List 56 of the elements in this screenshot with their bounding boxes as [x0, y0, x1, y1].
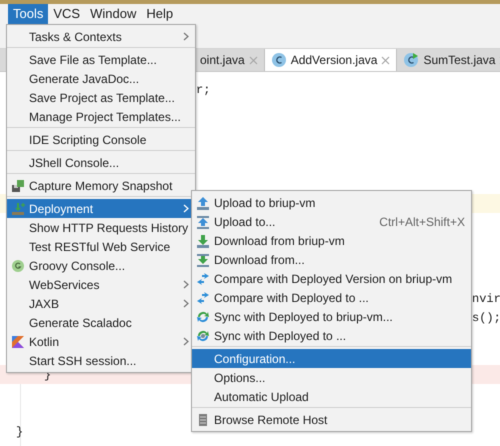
editor-tab[interactable]: SumTest.java	[397, 49, 500, 71]
code-text: nvir	[472, 292, 500, 306]
menu-item[interactable]: Download from briup-vm	[192, 231, 471, 250]
menu-bar-item[interactable]: Help	[141, 4, 178, 24]
menu-item[interactable]: Compare with Deployed to ...	[192, 288, 471, 307]
class-file-icon	[403, 52, 420, 68]
menu-item[interactable]: Kotlin	[7, 332, 195, 351]
menu-item[interactable]: Tasks & Contexts	[7, 27, 195, 46]
memory-icon	[11, 178, 25, 192]
download-icon	[196, 234, 210, 248]
menu-item[interactable]: Download from...	[192, 250, 471, 269]
upload-icon	[196, 214, 210, 228]
menu-item[interactable]: Upload to briup-vm	[192, 193, 471, 212]
editor-tab[interactable]: AddVersion.java	[264, 49, 398, 71]
class-file-icon	[270, 52, 287, 68]
menu-item[interactable]: JAXB	[7, 294, 195, 313]
kotlin-icon	[11, 334, 25, 348]
arrows-icon	[196, 272, 210, 286]
menu-item[interactable]: WebServices	[7, 275, 195, 294]
code-text: r;	[196, 82, 210, 96]
close-icon	[248, 56, 258, 64]
sync-icon	[196, 310, 210, 324]
menu-item[interactable]: Compare with Deployed Version on briup-vm	[192, 269, 471, 288]
shortcut-text: Ctrl+Alt+Shift+X	[379, 214, 465, 228]
menu-bar-item[interactable]: Tools	[8, 4, 48, 24]
menu-item[interactable]: Upload to... Ctrl+Alt+Shift+X	[192, 212, 471, 231]
menu-item[interactable]: Start SSH session...	[7, 351, 195, 370]
menu-item[interactable]: Sync with Deployed to ...	[192, 326, 471, 345]
deployment-icon	[11, 202, 25, 216]
groovy-icon	[11, 258, 25, 272]
download-icon	[196, 252, 210, 266]
menu-bar-item[interactable]: VCS	[48, 4, 86, 24]
menu-item[interactable]: Configuration...	[192, 349, 471, 368]
server-icon	[196, 412, 210, 426]
menu-item[interactable]: Test RESTful Web Service	[7, 237, 195, 256]
close-icon	[381, 56, 390, 64]
menu-item[interactable]: IDE Scripting Console	[7, 130, 195, 149]
upload-icon	[196, 196, 210, 210]
code-text: s();	[472, 310, 500, 324]
menu-item[interactable]: Generate JavaDoc...	[7, 69, 195, 88]
menu-item[interactable]: JShell Console...	[7, 153, 195, 172]
menu-bar-item[interactable]: Window	[85, 4, 142, 24]
menu-item[interactable]: Sync with Deployed to briup-vm...	[192, 307, 471, 326]
menu-item[interactable]: Show HTTP Requests History	[7, 218, 195, 237]
code-text: }	[16, 424, 24, 438]
arrows-icon	[196, 290, 210, 304]
menu-item[interactable]: Save Project as Template...	[7, 88, 195, 107]
menu-item[interactable]: Capture Memory Snapshot	[7, 176, 195, 195]
menu-item[interactable]: Browse Remote Host	[192, 410, 471, 429]
menu-item[interactable]: Automatic Upload	[192, 387, 471, 406]
menu-item[interactable]: Manage Project Templates...	[7, 107, 195, 126]
menu-item[interactable]: Generate Scaladoc	[7, 313, 195, 332]
sync-icon	[196, 328, 210, 342]
menu-item[interactable]: Groovy Console...	[7, 256, 195, 275]
menu-item[interactable]: Options...	[192, 368, 471, 387]
menu-item[interactable]: Save File as Template...	[7, 50, 195, 69]
